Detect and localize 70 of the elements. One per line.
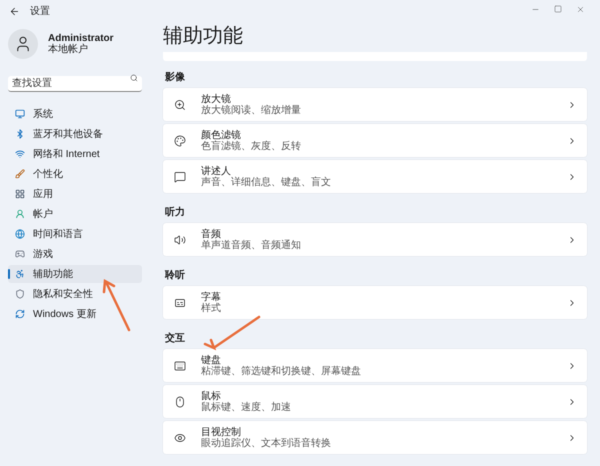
globe-icon <box>15 229 25 239</box>
settings-card[interactable]: 放大镜 放大镜阅读、缩放增量 <box>163 88 587 121</box>
wifi-icon <box>15 149 25 159</box>
card-title: 颜色滤镜 <box>201 130 242 140</box>
accessibility-icon <box>15 269 25 279</box>
settings-card[interactable]: 讲述人 声音、详细信息、键盘、盲文 <box>163 160 587 193</box>
gamepad-icon <box>15 249 25 259</box>
card-subtitle: 样式 <box>201 302 222 314</box>
eye-icon <box>174 432 186 444</box>
nav-item[interactable]: 系统 <box>8 105 142 123</box>
card-subtitle: 粘滞键、筛选键和切换键、屏幕键盘 <box>201 366 362 376</box>
mouse-icon <box>174 396 186 408</box>
update-icon <box>15 309 25 319</box>
section-heading: 交互 <box>164 331 186 344</box>
window-title: 设置 <box>30 4 50 18</box>
settings-card[interactable]: 字幕 样式 <box>163 286 587 319</box>
search-field[interactable]: 查找设置 <box>8 76 142 92</box>
settings-card[interactable]: 音频 单声道音频、音频通知 <box>163 223 587 256</box>
settings-card[interactable]: 鼠标 鼠标键、速度、加速 <box>163 385 587 418</box>
card-subtitle: 声音、详细信息、键盘、盲文 <box>201 176 332 188</box>
back-icon[interactable] <box>9 6 20 16</box>
card-title: 鼠标 <box>201 390 221 402</box>
captions-icon <box>174 296 186 308</box>
card-subtitle: 放大镜阅读、缩放增量 <box>201 104 302 116</box>
user-icon <box>15 209 25 219</box>
card-subtitle: 单声道音频、音频通知 <box>201 240 302 250</box>
magnifier-icon <box>174 98 186 110</box>
card-title: 放大镜 <box>201 94 232 104</box>
account-type: 本地帐户 <box>48 44 89 55</box>
nav-item[interactable]: 帐户 <box>8 205 142 223</box>
card-title: 键盘 <box>201 354 221 366</box>
search-icon[interactable] <box>130 74 138 82</box>
section-heading: 听力 <box>164 206 186 218</box>
arrow-annotation <box>102 278 130 332</box>
speaker-icon <box>174 234 186 246</box>
arrow-annotation <box>204 316 260 350</box>
bluetooth-icon <box>15 129 25 139</box>
card-title: 讲述人 <box>201 166 232 176</box>
card-subtitle: 眼动追踪仪、文本到语音转换 <box>201 438 332 448</box>
monitor-icon <box>15 109 25 119</box>
nav-item[interactable]: 应用 <box>8 185 142 203</box>
nav-item[interactable]: 辅助功能 <box>8 265 142 283</box>
apps-grid-icon <box>15 189 25 199</box>
shield-icon <box>15 289 25 299</box>
palette-icon <box>174 134 186 146</box>
card-title: 目视控制 <box>201 426 242 438</box>
card-title: 音频 <box>201 228 222 240</box>
card-subtitle: 鼠标键、速度、加速 <box>201 402 292 412</box>
nav-item[interactable]: 网络和 Internet <box>8 145 142 163</box>
avatar <box>8 29 38 59</box>
card-title: 字幕 <box>201 292 222 302</box>
nav-item[interactable]: 游戏 <box>8 245 142 263</box>
section-heading: 影像 <box>164 70 186 83</box>
section-heading: 聆听 <box>164 268 186 281</box>
settings-card[interactable]: 目视控制 眼动追踪仪、文本到语音转换 <box>163 421 587 454</box>
user-name: Administrator <box>48 33 114 44</box>
brush-icon <box>15 169 25 179</box>
nav-item[interactable]: 个性化 <box>8 165 142 183</box>
maximize-button[interactable] <box>554 5 562 13</box>
nav-item[interactable]: 隐私和安全性 <box>8 285 142 303</box>
nav-item[interactable]: 时间和语言 <box>8 225 142 243</box>
close-button[interactable] <box>576 4 585 14</box>
narrator-icon <box>174 170 186 182</box>
page-title: 辅助功能 <box>163 24 244 48</box>
settings-card[interactable]: 颜色滤镜 色盲滤镜、灰度、反转 <box>163 124 587 157</box>
nav-item[interactable]: 蓝牙和其他设备 <box>8 125 142 143</box>
nav-item[interactable]: Windows 更新 <box>8 305 142 323</box>
card-subtitle: 色盲滤镜、灰度、反转 <box>201 140 302 152</box>
settings-card[interactable]: 键盘 粘滞键、筛选键和切换键、屏幕键盘 <box>163 349 587 382</box>
keyboard-icon <box>174 360 186 372</box>
